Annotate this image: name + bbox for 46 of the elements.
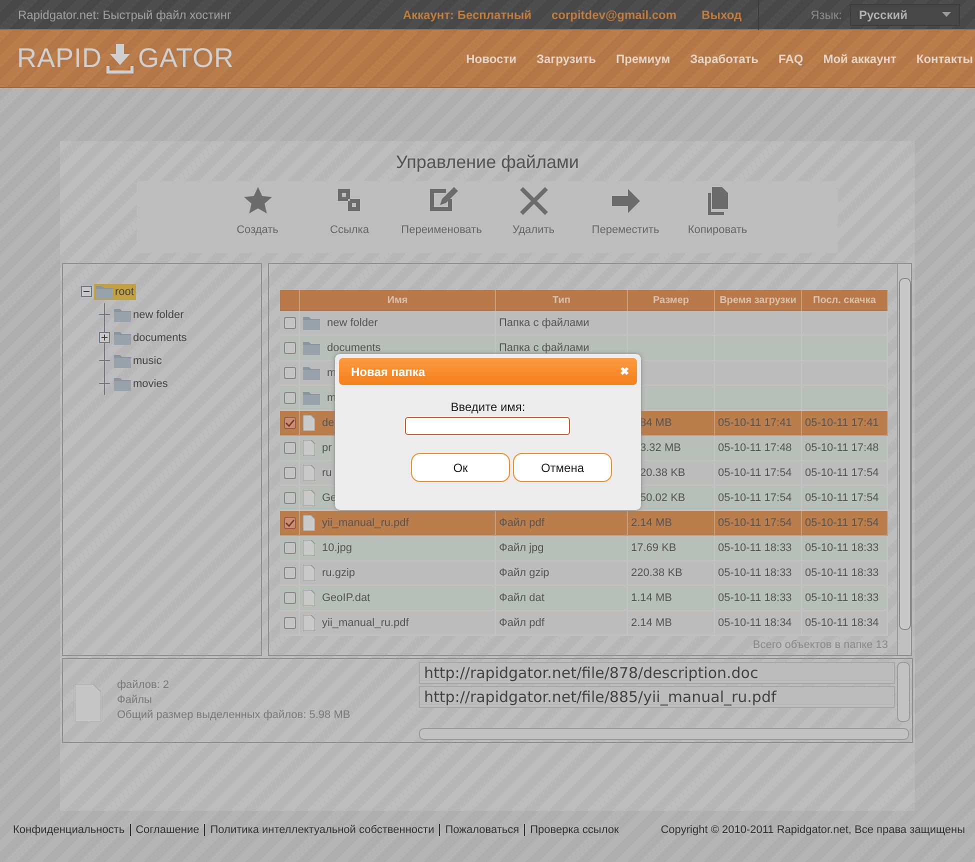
table-cell: 05-10-11 18:34 bbox=[718, 617, 792, 629]
table-cell: 05-10-11 17:54 bbox=[718, 467, 792, 479]
copyright: Copyright © 2010-2011 Rapidgator.net, Все права защищены bbox=[660, 824, 965, 836]
table-cell: 3.32 MB bbox=[640, 442, 681, 454]
table-cell: Файл jpg bbox=[499, 542, 544, 554]
selected-kind: Файлы bbox=[117, 694, 153, 706]
table-cell: 05-10-11 17:54 bbox=[805, 517, 879, 529]
table-cell: 05-10-11 18:33 bbox=[805, 592, 879, 604]
table-cell: 05-10-11 17:41 bbox=[805, 417, 879, 429]
table-cell: 2.14 MB bbox=[631, 517, 672, 529]
table-cell: 05-10-11 18:33 bbox=[718, 592, 792, 604]
account-status: Аккаунт: Бесплатный bbox=[402, 8, 532, 22]
table-cell: Файл dat bbox=[499, 592, 544, 604]
table-cell: 05-10-11 17:54 bbox=[718, 492, 792, 504]
language-label: Язык: bbox=[810, 8, 842, 22]
table-cell: Файл pdf bbox=[499, 617, 544, 629]
table-cell: 05-10-11 17:54 bbox=[805, 492, 879, 504]
table-cell: 50.02 KB bbox=[640, 492, 686, 504]
table-cell: 05-10-11 17:41 bbox=[718, 417, 792, 429]
table-cell: 05-10-11 18:33 bbox=[805, 567, 879, 579]
table-cell: 05-10-11 17:48 bbox=[805, 442, 879, 454]
table-cell: Папка с файлами bbox=[499, 342, 590, 354]
table-cell: 05-10-11 18:33 bbox=[718, 542, 792, 554]
table-cell: 05-10-11 18:33 bbox=[805, 542, 879, 554]
table-cell: 05-10-11 17:48 bbox=[718, 442, 792, 454]
table-cell: 20.38 KB bbox=[640, 467, 686, 479]
table-cell: Файл pdf bbox=[499, 517, 544, 529]
table-cell: 84 MB bbox=[640, 417, 672, 429]
logo-text: GATOR bbox=[138, 43, 234, 74]
table-cell: Файл gzip bbox=[499, 567, 550, 579]
table-cell: Папка с файлами bbox=[499, 317, 590, 329]
dialog-title: Новая папка bbox=[351, 364, 426, 378]
site-title: Rapidgator.net: Быстрый файл хостинг bbox=[18, 8, 232, 22]
selected-size: Общий размер выделенных файлов: 5.98 MB bbox=[117, 709, 352, 721]
table-cell: 220.38 KB bbox=[631, 567, 682, 579]
name-prompt: Введите имя: bbox=[450, 400, 526, 414]
page-title: Управление файлами bbox=[395, 151, 580, 174]
table-cell: 17.69 KB bbox=[631, 542, 676, 554]
logo-text: RAPID bbox=[17, 43, 102, 74]
table-cell: 05-10-11 17:54 bbox=[805, 467, 879, 479]
table-cell: 1.14 MB bbox=[631, 592, 672, 604]
table-cell: 05-10-11 18:33 bbox=[718, 567, 792, 579]
table-cell: 2.14 MB bbox=[631, 617, 672, 629]
table-cell: 05-10-11 18:34 bbox=[805, 617, 879, 629]
table-cell: 05-10-11 17:54 bbox=[718, 517, 792, 529]
selected-count: файлов: 2 bbox=[117, 679, 170, 691]
